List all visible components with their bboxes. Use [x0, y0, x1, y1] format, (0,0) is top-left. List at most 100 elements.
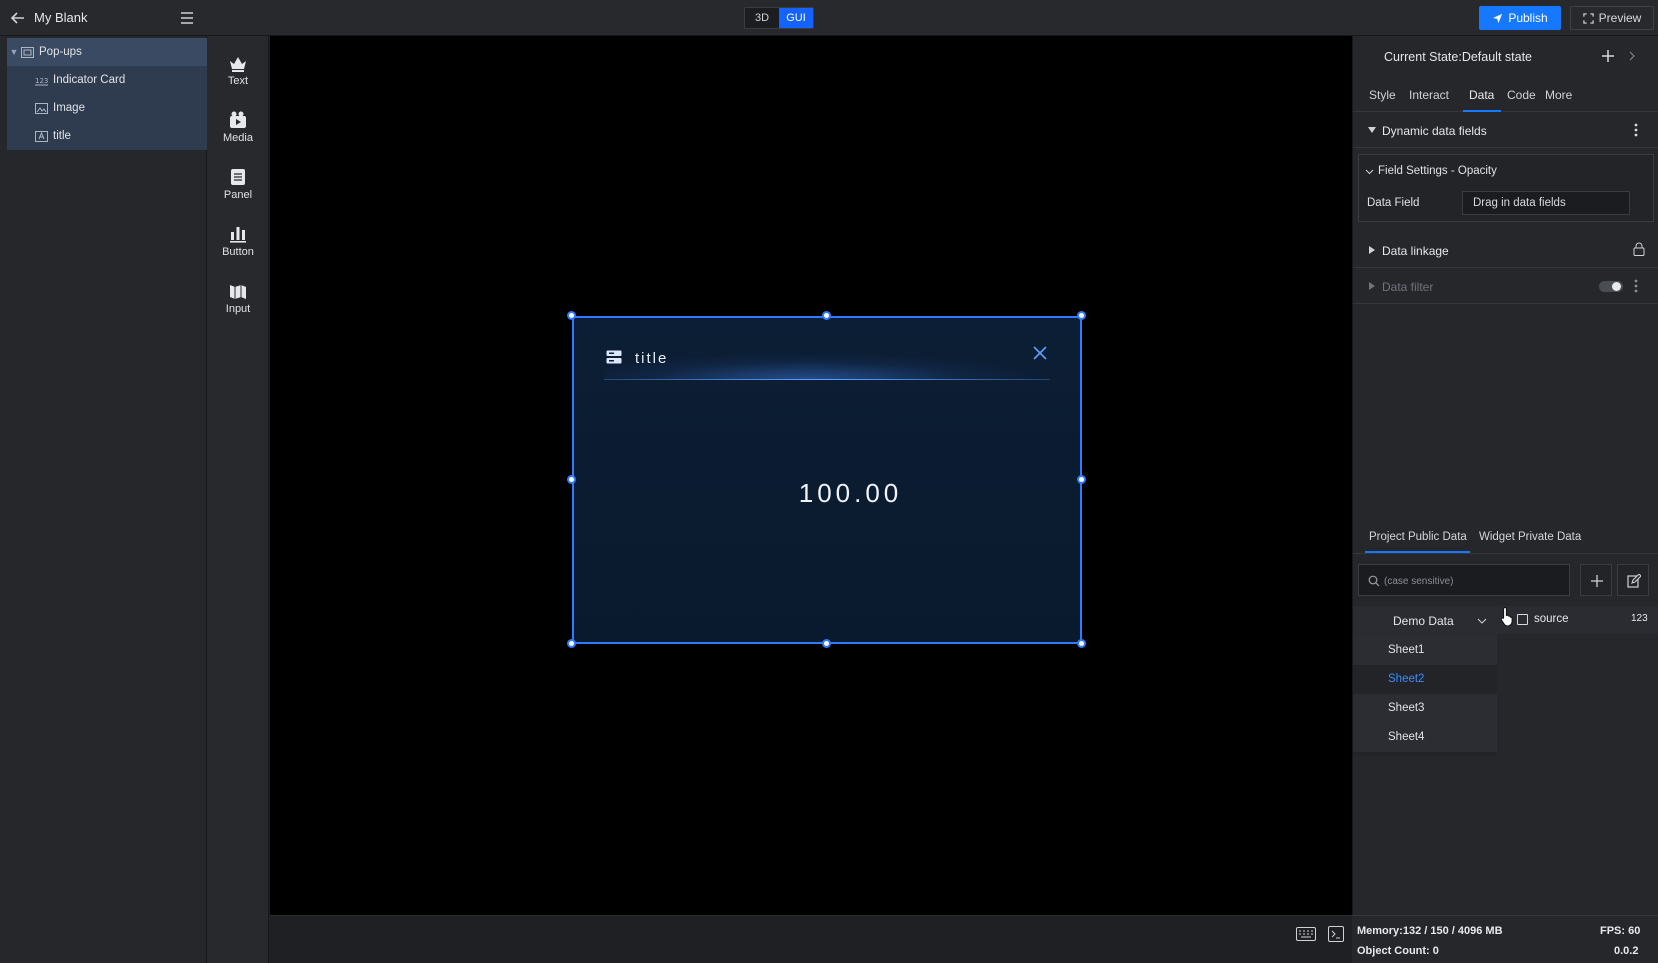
app-root: My Blank 3D GUI Publish Preview ▼ Pop-up…: [0, 0, 1658, 963]
plus-icon: [1591, 575, 1603, 587]
layer-label: Pop-ups: [39, 46, 82, 58]
resize-handle-bottom[interactable]: [822, 639, 831, 648]
tab-code[interactable]: Code: [1507, 88, 1536, 102]
back-arrow-icon[interactable]: [8, 8, 28, 28]
field-checkbox[interactable]: [1517, 614, 1528, 625]
preview-label: Preview: [1598, 11, 1642, 25]
section-dynamic-data-fields[interactable]: Dynamic data fields: [1353, 112, 1658, 148]
resize-handle-bottom-right[interactable]: [1077, 639, 1086, 648]
canvas-footer: [270, 915, 1352, 963]
layer-label: Indicator Card: [53, 74, 126, 86]
tab-interact[interactable]: Interact: [1409, 88, 1449, 102]
more-vertical-icon[interactable]: [1631, 122, 1641, 138]
section-title: Data filter: [1382, 280, 1434, 294]
media-component-icon: [230, 111, 246, 128]
data-source-tabs: Project Public Data Widget Private Data: [1353, 522, 1658, 554]
palette-input[interactable]: Input: [207, 270, 269, 326]
app-title: My Blank: [34, 10, 88, 25]
panel-component-icon: [231, 169, 245, 185]
sheet-item-sheet1[interactable]: Sheet1: [1353, 636, 1497, 665]
sheet-item-sheet4[interactable]: Sheet4: [1353, 723, 1497, 752]
caret-down-icon: [1368, 127, 1376, 133]
data-field-item-source[interactable]: source 123: [1497, 606, 1658, 634]
layer-label: title: [53, 130, 71, 142]
status-bar: Memory:132 / 150 / 4096 MB FPS: 60 Objec…: [1352, 915, 1658, 963]
resize-handle-top-right[interactable]: [1077, 311, 1086, 320]
top-bar: My Blank 3D GUI Publish Preview: [0, 0, 1658, 36]
indicator-value[interactable]: 100.00: [574, 478, 1127, 509]
tab-project-public-data[interactable]: Project Public Data: [1369, 531, 1467, 543]
resize-handle-right[interactable]: [1077, 475, 1086, 484]
layer-panel: ▼ Pop-ups 123 Indicator Card Image title: [0, 36, 207, 963]
current-state-label: Current State:Default state: [1384, 50, 1532, 64]
popup-header-divider: [604, 379, 1050, 380]
section-data-filter[interactable]: Data filter: [1353, 268, 1658, 304]
version-label: 0.0.2: [1614, 945, 1639, 957]
more-vertical-icon[interactable]: [1631, 278, 1641, 294]
sheet-item-sheet2[interactable]: Sheet2: [1353, 665, 1497, 694]
lock-icon[interactable]: [1633, 242, 1645, 256]
palette-button[interactable]: Button: [207, 213, 269, 269]
data-filter-toggle[interactable]: [1599, 281, 1623, 292]
tab-more[interactable]: More: [1545, 88, 1572, 102]
fullscreen-icon: [1582, 12, 1594, 24]
sheet-item-sheet3[interactable]: Sheet3: [1353, 694, 1497, 723]
mode-switch: 3D GUI: [744, 7, 814, 29]
image-layer-icon: [35, 102, 48, 114]
edit-data-button[interactable]: [1617, 564, 1649, 596]
resize-handle-top[interactable]: [822, 311, 831, 320]
close-icon[interactable]: [1032, 345, 1048, 361]
preview-button[interactable]: Preview: [1570, 6, 1654, 30]
layer-item-image[interactable]: Image: [7, 94, 207, 122]
chevron-right-icon[interactable]: [1627, 50, 1637, 62]
data-source-list: Demo Data Sheet1 Sheet2 Sheet3 Sheet4: [1353, 606, 1497, 756]
popup-widget[interactable]: title 100.00: [573, 317, 1081, 643]
layer-item-title[interactable]: title: [7, 122, 207, 150]
add-data-button[interactable]: [1580, 564, 1612, 596]
palette-label: Input: [225, 303, 251, 315]
tab-widget-private-data[interactable]: Widget Private Data: [1479, 531, 1581, 543]
section-data-linkage[interactable]: Data linkage: [1353, 232, 1658, 268]
caret-right-icon: [1369, 282, 1375, 290]
palette-label: Text: [227, 75, 249, 87]
caret-right-icon: [1369, 246, 1375, 254]
mode-3d-button[interactable]: 3D: [745, 8, 779, 28]
popup-title[interactable]: title: [635, 350, 668, 367]
palette-media[interactable]: Media: [207, 99, 269, 155]
data-search-input[interactable]: [1384, 571, 1564, 591]
send-icon: [1493, 13, 1503, 23]
layer-item-pop-ups[interactable]: ▼ Pop-ups: [7, 38, 207, 66]
tab-style[interactable]: Style: [1369, 88, 1396, 102]
caret-down-icon[interactable]: ▼: [7, 47, 21, 57]
resize-handle-bottom-left[interactable]: [567, 639, 576, 648]
data-search-box: [1358, 564, 1570, 596]
popup-header: title: [604, 342, 1050, 380]
popup-layer-icon: [21, 46, 34, 58]
tab-data[interactable]: Data: [1469, 88, 1494, 102]
indicator-layer-icon: 123: [35, 77, 48, 85]
keyboard-icon[interactable]: [1296, 927, 1316, 941]
state-selector[interactable]: Current State:Default state: [1353, 36, 1658, 78]
chevron-down-icon[interactable]: [1365, 167, 1374, 176]
palette-panel[interactable]: Panel: [207, 156, 269, 212]
palette-text[interactable]: Text: [207, 42, 269, 98]
data-source-dropdown[interactable]: Demo Data: [1353, 606, 1497, 636]
mode-gui-button[interactable]: GUI: [779, 8, 813, 28]
resize-handle-left[interactable]: [567, 475, 576, 484]
text-layer-icon: [35, 130, 48, 142]
button-component-icon: [230, 227, 246, 243]
popup-header-glow: [604, 352, 1050, 380]
input-component-icon: [230, 285, 246, 299]
fps-readout: FPS: 60: [1600, 925, 1641, 937]
layer-item-indicator-card[interactable]: 123 Indicator Card: [7, 66, 207, 94]
plus-icon[interactable]: [1599, 47, 1617, 65]
search-icon: [1368, 575, 1380, 587]
data-field-dropzone[interactable]: Drag in data fields: [1462, 191, 1630, 215]
terminal-icon[interactable]: [1328, 926, 1344, 942]
resize-handle-top-left[interactable]: [567, 311, 576, 320]
svg-text:123: 123: [35, 77, 48, 85]
hamburger-menu-icon[interactable]: [178, 9, 196, 27]
publish-button[interactable]: Publish: [1479, 6, 1561, 30]
sheet-label: Sheet1: [1388, 644, 1425, 656]
publish-label: Publish: [1508, 11, 1548, 25]
